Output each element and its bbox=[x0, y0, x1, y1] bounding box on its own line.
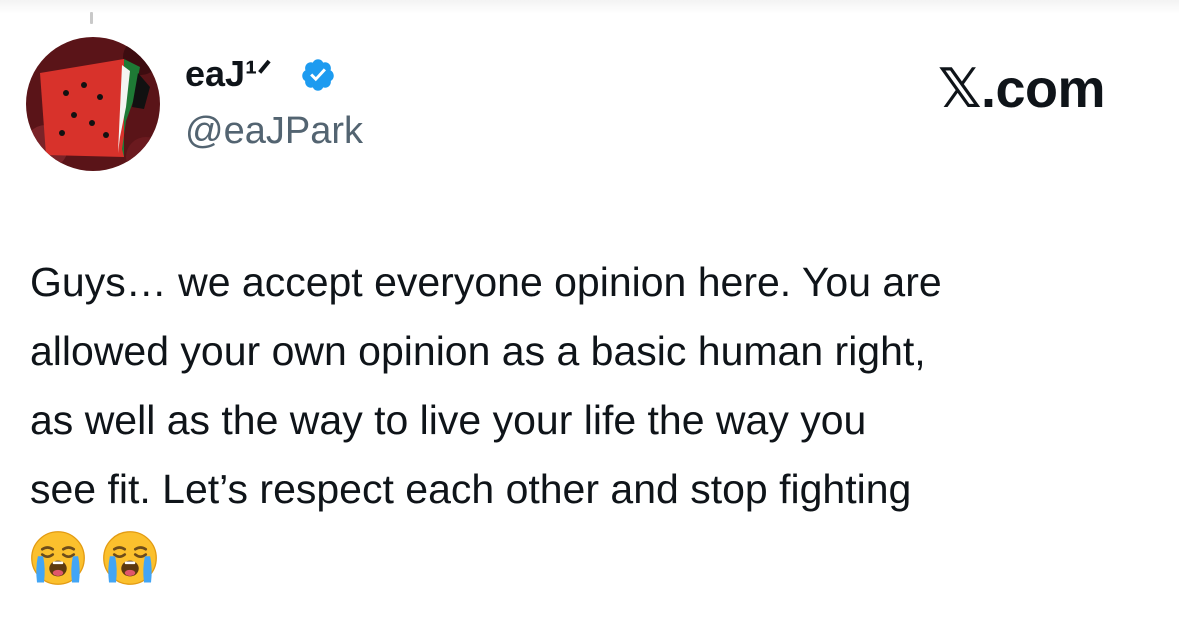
verified-badge-icon[interactable] bbox=[300, 57, 336, 93]
watermelon-avatar-icon bbox=[26, 37, 160, 171]
loudly-crying-face-icon bbox=[31, 531, 85, 585]
post-text: Guys… we accept everyone opinion here. Y… bbox=[30, 248, 1160, 524]
top-edge-mark bbox=[90, 12, 93, 24]
user-handle[interactable]: @eaJPark bbox=[185, 108, 363, 154]
post-text-line: see fit. Let’s respect each other and st… bbox=[30, 466, 912, 512]
post-text-line: allowed your own opinion as a basic huma… bbox=[30, 328, 926, 374]
display-name[interactable]: eaJ¹ᐟ bbox=[185, 52, 272, 96]
post-text-line: Guys… we accept everyone opinion here. Y… bbox=[30, 259, 942, 305]
avatar[interactable] bbox=[26, 37, 160, 171]
loudly-crying-face-icon bbox=[103, 531, 157, 585]
top-edge-shadow bbox=[0, 0, 1179, 14]
brand-watermark: 𝕏.com bbox=[938, 59, 1106, 119]
post-text-line: as well as the way to live your life the… bbox=[30, 397, 867, 443]
